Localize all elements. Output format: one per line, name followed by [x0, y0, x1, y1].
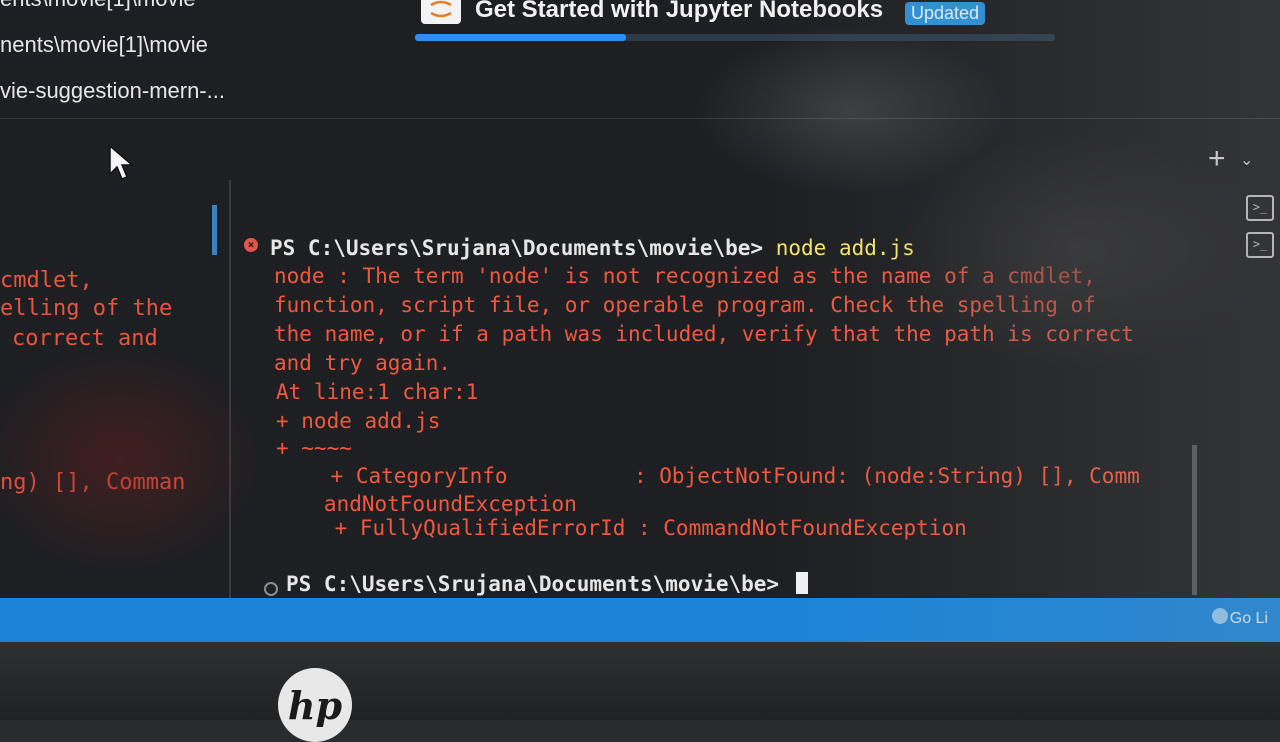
monitor-screen: ents\movie[1]\movie nents\movie[1]\movie…: [0, 0, 1280, 650]
error-line: and try again.: [274, 351, 452, 375]
progress-bar-fill: [415, 34, 627, 41]
progress-bar: [415, 34, 1055, 41]
error-line: + FullyQualifiedErrorId : CommandNotFoun…: [284, 516, 967, 540]
terminal-text: correct and: [12, 326, 158, 351]
notification-icon[interactable]: [1212, 608, 1228, 624]
prompt-text: PS C:\Users\Srujana\Documents\movie\be>: [286, 572, 792, 596]
scrollbar[interactable]: [212, 205, 217, 255]
jupyter-icon: [421, 0, 461, 24]
error-line: the name, or if a path was included, ver…: [274, 322, 1134, 346]
error-line: + node add.js: [276, 409, 441, 433]
terminal-text: cmdlet,: [0, 268, 93, 293]
command-decoration-icon[interactable]: [264, 582, 278, 596]
explorer-item[interactable]: nents\movie[1]\movie: [0, 32, 208, 58]
command-text: node add.js: [775, 236, 915, 260]
laptop-bezel: [0, 642, 1280, 720]
error-line: node : The term 'node' is not recognized…: [274, 264, 1096, 288]
error-line: andNotFoundException: [286, 492, 577, 516]
prompt-text: PS C:\Users\Srujana\Documents\movie\be>: [270, 236, 776, 260]
explorer-item[interactable]: vie-suggestion-mern-...: [0, 78, 225, 104]
hp-logo: hp: [278, 668, 352, 742]
terminal-panel[interactable]: × PS C:\Users\Srujana\Documents\movie\be…: [240, 230, 1200, 600]
plus-icon[interactable]: +: [1208, 142, 1226, 176]
left-terminal-pane: cmdlet, elling of the correct and ng) []…: [0, 250, 225, 550]
explorer-panel: ents\movie[1]\movie nents\movie[1]\movie…: [0, 0, 420, 130]
terminal-icon[interactable]: >_: [1246, 195, 1274, 221]
error-line: function, script file, or operable progr…: [274, 293, 1096, 317]
split-divider[interactable]: [229, 180, 231, 600]
error-decoration-icon[interactable]: ×: [244, 238, 258, 252]
error-line: + CategoryInfo : ObjectNotFound: (node:S…: [280, 464, 1140, 488]
terminal-text: ng) [], Comman: [0, 470, 186, 495]
divider: [0, 118, 1280, 119]
status-bar: Go Li: [0, 598, 1280, 642]
error-line: + ~~~~: [276, 436, 352, 460]
text-cursor: [795, 572, 808, 594]
terminal-icon[interactable]: >_: [1246, 232, 1274, 258]
active-prompt-line[interactable]: PS C:\Users\Srujana\Documents\movie\be>: [286, 572, 808, 596]
tab-title: Get Started with Jupyter Notebooks: [475, 0, 884, 23]
terminal-text: elling of the: [0, 296, 173, 321]
command-line: PS C:\Users\Srujana\Documents\movie\be> …: [270, 236, 915, 260]
chevron-down-icon[interactable]: ⌄: [1240, 150, 1253, 170]
status-text[interactable]: Go Li: [1230, 610, 1268, 628]
updated-badge: Updated: [905, 2, 986, 25]
editor-tab-jupyter[interactable]: Get Started with Jupyter Notebooks Updat…: [415, 0, 1055, 41]
mouse-pointer-icon: [109, 144, 135, 180]
error-line: At line:1 char:1: [276, 380, 479, 404]
explorer-item[interactable]: ents\movie[1]\movie: [0, 0, 196, 12]
